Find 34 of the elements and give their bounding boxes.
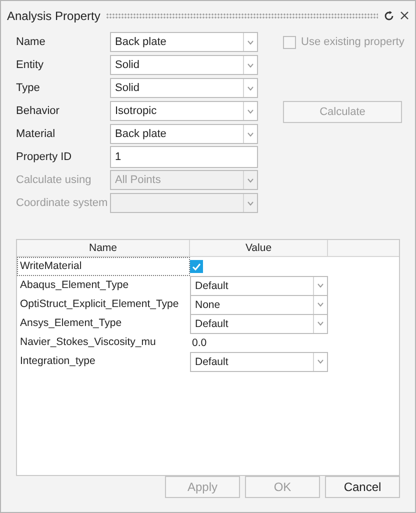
table-cell-text: Navier_Stokes_Viscosity_mu <box>19 335 157 350</box>
field-label: Entity <box>16 59 45 72</box>
dropdown[interactable]: Solid <box>110 78 258 98</box>
close-icon[interactable] <box>400 11 409 20</box>
field-label: Property ID <box>16 151 73 164</box>
checkbox[interactable] <box>190 260 203 274</box>
dropdown[interactable]: Default <box>190 314 328 334</box>
table-cell-text: OptiStruct_Explicit_Element_Type <box>19 297 180 312</box>
table-cell-text: Abaqus_Element_Type <box>19 278 130 294</box>
refresh-icon[interactable] <box>384 10 394 21</box>
dropdown[interactable]: Solid <box>110 55 258 76</box>
dropdown[interactable]: None <box>190 294 328 315</box>
table-cell: WriteMaterial <box>17 257 190 276</box>
table-cell-text: 0.0 <box>191 336 207 349</box>
table-cell-text: Ansys_Element_Type <box>19 316 123 332</box>
checkbox-label: Use existing property <box>301 36 404 48</box>
window-title: Analysis Property <box>7 8 100 23</box>
field-label: Material <box>16 128 56 140</box>
field-label: Type <box>16 82 41 94</box>
table-cell-text: Integration_type <box>19 354 96 370</box>
dropdown[interactable]: Isotropic <box>110 101 258 122</box>
drag-grip[interactable] <box>106 12 378 19</box>
dropdown[interactable]: Default <box>190 276 328 296</box>
input-field[interactable]: 1 <box>110 146 258 168</box>
field-label: Name <box>16 36 46 48</box>
field-label: Behavior <box>16 105 60 118</box>
field-label: Calculate using <box>16 174 92 186</box>
field-label: Coordinate system <box>16 197 109 210</box>
dropdown[interactable]: Default <box>190 352 328 372</box>
dialog-button[interactable]: Cancel <box>325 476 400 498</box>
column-header[interactable]: Value <box>190 240 328 256</box>
dropdown[interactable]: Back plate <box>110 32 258 52</box>
dropdown[interactable]: Back plate <box>110 124 258 144</box>
column-header[interactable]: Name <box>17 240 190 256</box>
